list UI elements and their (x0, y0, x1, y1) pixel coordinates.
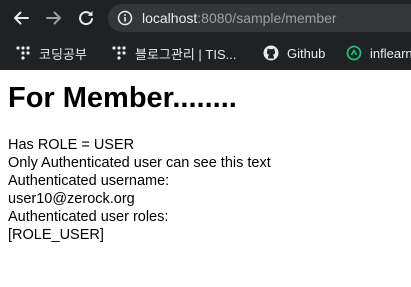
address-url[interactable]: localhost:8080/sample/member (142, 10, 337, 26)
back-arrow-icon (14, 11, 29, 25)
bookmark-blog-admin[interactable]: 블로그관리 | TIS... (111, 43, 236, 63)
forward-button[interactable] (42, 6, 66, 30)
page-content: For Member........ Has ROLE = USER Only … (8, 80, 408, 244)
auth-message: Only Authenticated user can see this tex… (8, 155, 271, 171)
role-line: Has ROLE = USER (8, 137, 135, 153)
bookmark-label: inflearn (370, 45, 411, 61)
back-button[interactable] (9, 6, 33, 30)
inflearn-icon (346, 45, 362, 61)
bookmark-label: 블로그관리 | TIS... (135, 46, 237, 62)
bookmarks-bar: 코딩공부 블로그관리 | TIS... Github inflearn (0, 36, 411, 70)
dots-favicon-icon (112, 46, 126, 60)
github-icon (263, 45, 279, 61)
bookmark-inflearn[interactable]: inflearn (346, 43, 411, 63)
bookmark-github[interactable]: Github (263, 43, 325, 63)
dots-favicon-icon (16, 46, 30, 60)
reload-icon (79, 11, 93, 26)
member-info: Has ROLE = USER Only Authenticated user … (8, 136, 408, 244)
bookmark-coding-study[interactable]: 코딩공부 (15, 43, 87, 63)
address-bar[interactable]: localhost:8080/sample/member (108, 4, 411, 32)
url-host: localhost (142, 10, 198, 26)
reload-button[interactable] (74, 6, 98, 30)
roles-value: [ROLE_USER] (8, 227, 104, 243)
bookmark-label: Github (287, 45, 326, 61)
username-value: user10@zerock.org (8, 191, 135, 207)
roles-label: Authenticated user roles: (8, 209, 169, 225)
url-path: :8080/sample/member (197, 10, 337, 26)
browser-toolbar: localhost:8080/sample/member (0, 0, 411, 36)
bookmark-label: 코딩공부 (39, 46, 87, 62)
browser-chrome: localhost:8080/sample/member 코딩공부 블로그관리 … (0, 0, 411, 70)
site-info-icon[interactable] (117, 10, 133, 26)
forward-arrow-icon (46, 11, 61, 25)
page-title: For Member........ (8, 82, 237, 114)
username-label: Authenticated username: (8, 173, 170, 189)
